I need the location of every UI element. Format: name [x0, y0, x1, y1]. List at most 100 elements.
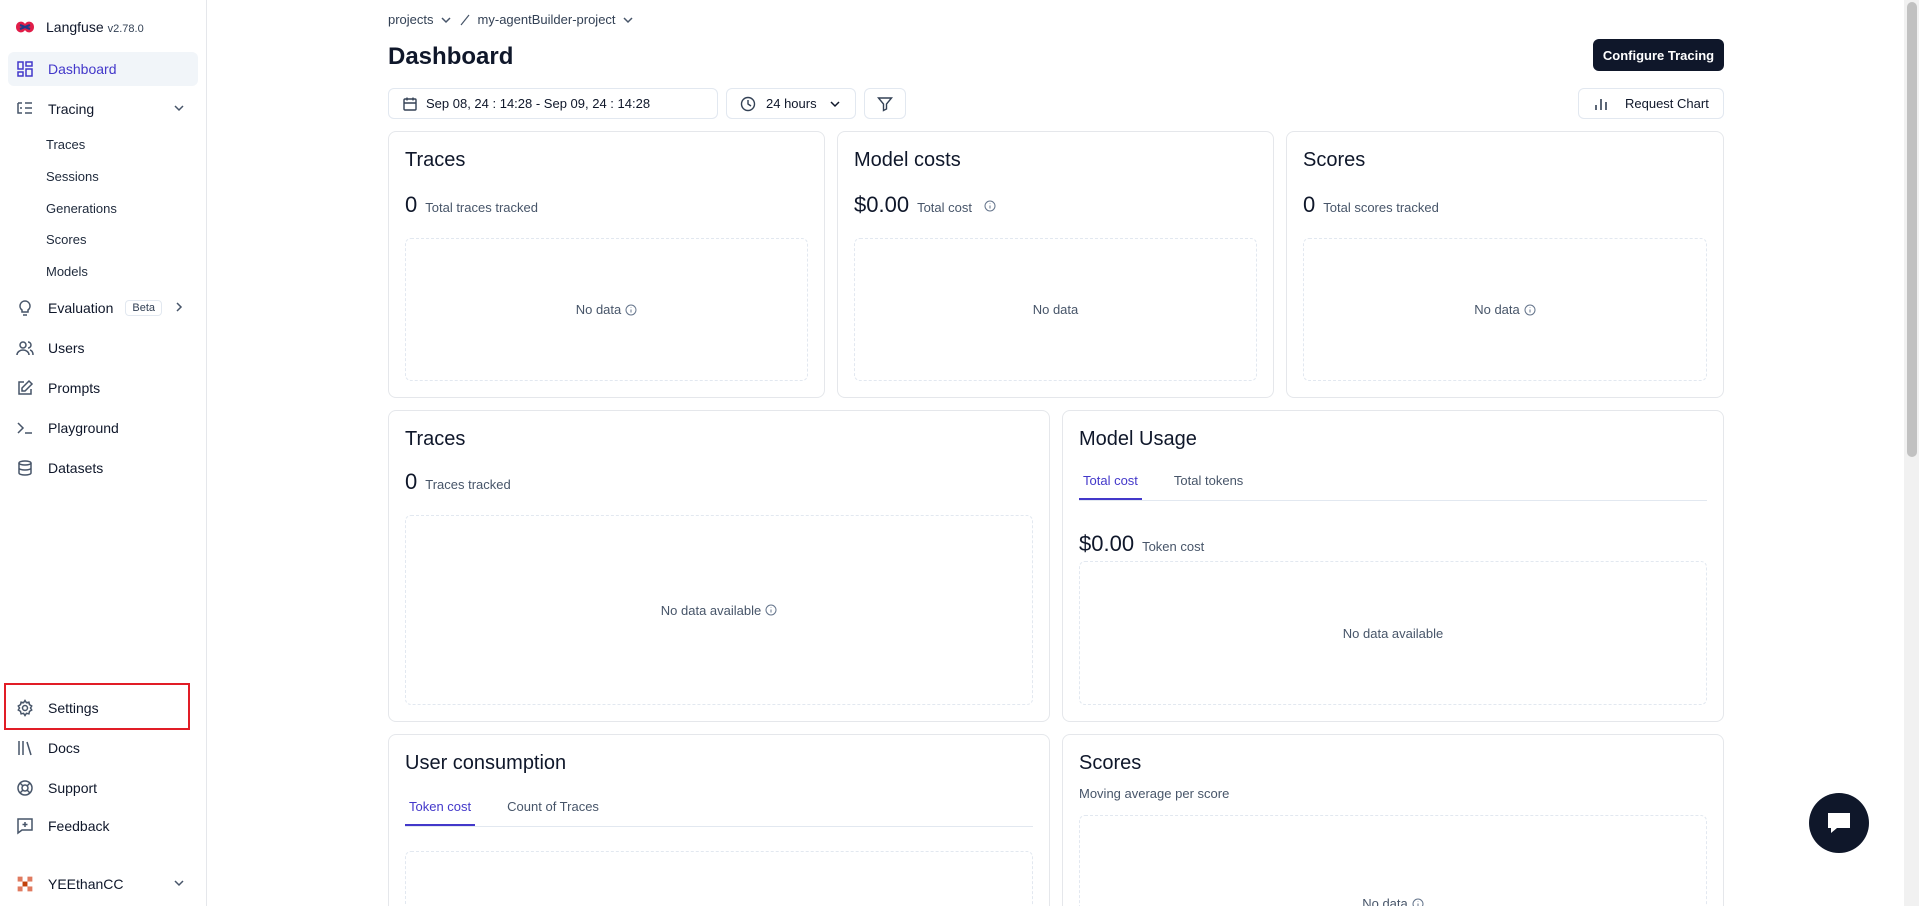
empty-text: No data [1474, 302, 1520, 317]
sidebar-item-tracing[interactable]: Tracing [8, 92, 198, 126]
sidebar-item-dashboard[interactable]: Dashboard [8, 52, 198, 86]
sidebar-subitem-sessions[interactable]: Sessions [46, 169, 99, 184]
sidebar-item-label: Users [48, 340, 85, 356]
metric-value: 0 [1303, 192, 1316, 217]
filter-button[interactable] [864, 88, 906, 119]
lightbulb-icon [16, 299, 34, 317]
info-icon[interactable] [765, 604, 777, 616]
beta-badge: Beta [125, 300, 163, 316]
sidebar-item-evaluation[interactable]: Evaluation Beta [8, 291, 198, 325]
sidebar-item-label: Evaluation [48, 300, 114, 316]
metric: 0 Total traces tracked [405, 192, 538, 218]
sidebar-item-label: Playground [48, 420, 119, 436]
metric-label: Traces tracked [425, 477, 511, 492]
time-window-value: 24 hours [766, 96, 817, 111]
metric-label: Token cost [1142, 539, 1205, 554]
metric: 0 Total scores tracked [1303, 192, 1439, 218]
info-icon[interactable] [1524, 304, 1536, 316]
sidebar-subitem-traces[interactable]: Traces [46, 137, 85, 152]
tab-total-cost[interactable]: Total cost [1079, 473, 1142, 500]
traces-summary-card: Traces 0 Total traces tracked No data [388, 131, 825, 398]
chevron-down-icon [174, 880, 184, 887]
card-title: Model Usage [1079, 428, 1197, 450]
clock-icon [740, 96, 756, 111]
breadcrumb-project[interactable]: my-agentBuilder-project [478, 12, 616, 27]
sidebar-item-users[interactable]: Users [8, 331, 198, 365]
metric-value: 0 [405, 469, 418, 494]
sidebar-subitem-generations[interactable]: Generations [46, 201, 117, 216]
sidebar-item-docs[interactable]: Docs [8, 731, 198, 765]
pencil-square-icon [16, 379, 34, 397]
message-plus-icon [16, 817, 34, 835]
terminal-icon [16, 419, 34, 437]
sidebar-item-label: Settings [48, 700, 99, 716]
user-menu[interactable]: YEEthanCC [8, 867, 198, 901]
tab-count-of-traces[interactable]: Count of Traces [503, 799, 603, 826]
avatar [16, 875, 34, 893]
sidebar-subitem-models[interactable]: Models [46, 264, 88, 279]
sidebar-item-label: Feedback [48, 818, 110, 834]
user-name: YEEthanCC [48, 876, 124, 892]
sidebar-item-prompts[interactable]: Prompts [8, 371, 198, 405]
bar-chart-icon [1595, 98, 1607, 110]
card-title: Traces [405, 428, 466, 450]
card-subtitle: Moving average per score [1079, 786, 1230, 801]
sidebar-item-feedback[interactable]: Feedback [8, 809, 198, 843]
brand[interactable]: Langfuse v2.78.0 [14, 18, 144, 36]
sidebar-item-label: Support [48, 780, 98, 796]
sidebar-item-label: Dashboard [48, 61, 117, 77]
empty-chart: No data available [1079, 561, 1707, 705]
request-chart-button[interactable]: Request Chart [1578, 88, 1724, 119]
dashboard-grid-icon [16, 60, 34, 78]
empty-text: No data available [660, 602, 762, 618]
info-icon[interactable] [625, 304, 637, 316]
empty-chart [405, 851, 1033, 906]
metric-label: Total scores tracked [1323, 200, 1439, 215]
time-window-select[interactable]: 24 hours [726, 88, 856, 119]
sidebar-item-support[interactable]: Support [8, 771, 198, 805]
scores-chart-card: Scores Moving average per score No data [1062, 734, 1724, 906]
sidebar-item-label: Tracing [48, 101, 95, 117]
user-consumption-card: User consumption Token cost Count of Tra… [388, 734, 1050, 906]
chevron-down-icon [174, 105, 184, 112]
tab-total-tokens[interactable]: Total tokens [1170, 473, 1247, 500]
traces-chart-card: Traces 0 Traces tracked No data availabl… [388, 410, 1050, 722]
empty-chart: No data [1303, 238, 1707, 381]
sidebar-item-playground[interactable]: Playground [8, 411, 198, 445]
empty-chart: No data available [405, 515, 1033, 705]
gear-icon [16, 699, 34, 717]
chat-widget-button[interactable] [1809, 793, 1869, 853]
slash-separator-icon [460, 14, 469, 25]
sidebar-item-label: Prompts [48, 380, 101, 396]
filter-icon [877, 96, 893, 112]
card-title: Model costs [854, 149, 961, 171]
card-title: Scores [1303, 149, 1366, 171]
info-icon[interactable] [1412, 898, 1424, 906]
card-title: User consumption [405, 752, 567, 774]
chevron-down-icon [830, 100, 840, 107]
empty-chart: No data [405, 238, 808, 381]
chevron-down-icon[interactable] [440, 14, 452, 26]
scrollbar-thumb[interactable] [1907, 2, 1917, 457]
user-consumption-tabs: Token cost Count of Traces [405, 799, 1033, 827]
chevron-down-icon[interactable] [622, 14, 634, 26]
scores-summary-card: Scores 0 Total scores tracked No data [1286, 131, 1724, 398]
metric-label: Total cost [917, 200, 972, 215]
tab-token-cost[interactable]: Token cost [405, 799, 476, 826]
breadcrumb-projects[interactable]: projects [388, 12, 434, 27]
brand-name: Langfuse v2.78.0 [46, 19, 144, 35]
sidebar-item-settings[interactable]: Settings [8, 691, 198, 725]
sidebar: Langfuse v2.78.0 Dashboard Tracing Traces… [0, 0, 207, 906]
page-title: Dashboard [388, 43, 514, 70]
model-usage-tabs: Total cost Total tokens [1079, 473, 1707, 501]
date-range-picker[interactable]: Sep 08, 24 : 14:28 - Sep 09, 24 : 14:28 [388, 88, 718, 119]
sidebar-item-label: Docs [48, 740, 80, 756]
sidebar-item-datasets[interactable]: Datasets [8, 451, 198, 485]
langfuse-logo-icon [16, 21, 34, 33]
empty-text: No data [575, 302, 622, 317]
breadcrumb: projects my-agentBuilder-project [388, 12, 634, 27]
metric-label: Total traces tracked [425, 200, 538, 215]
configure-tracing-button[interactable]: Configure Tracing [1593, 39, 1724, 71]
info-icon[interactable] [984, 200, 996, 212]
sidebar-subitem-scores[interactable]: Scores [46, 232, 86, 247]
